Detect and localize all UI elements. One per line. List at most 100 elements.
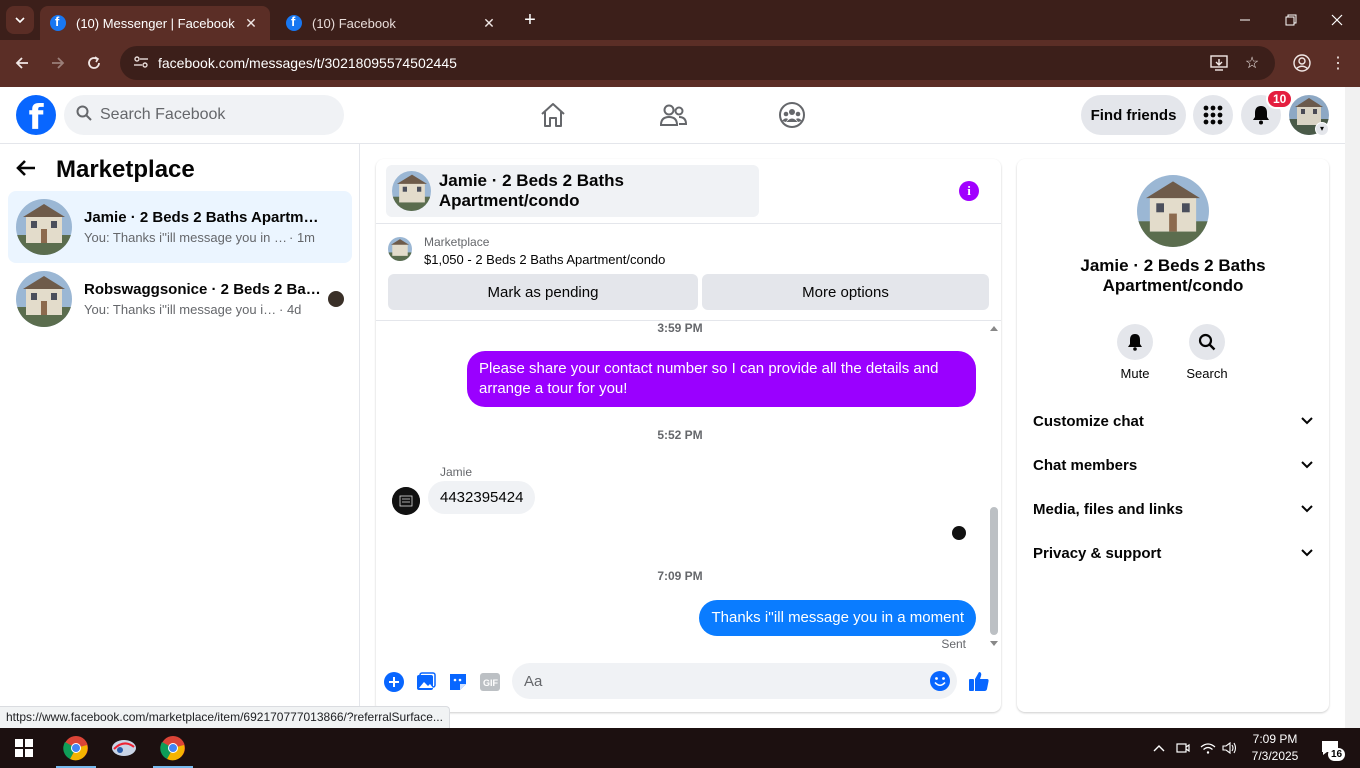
friends-nav-icon[interactable] xyxy=(653,97,693,133)
details-name: Jamie · 2 Beds 2 Baths Apartment/condo xyxy=(1080,256,1266,295)
find-friends-button[interactable]: Find friends xyxy=(1081,95,1186,135)
add-actions-icon[interactable] xyxy=(383,671,405,693)
page-scrollbar[interactable] xyxy=(1345,87,1360,728)
search-conversation-button[interactable]: Search xyxy=(1177,324,1237,381)
conversation-name: Robswaggsonice · 2 Beds 2 Baths Apartmen… xyxy=(84,281,324,298)
facebook-header: f Find friends xyxy=(0,87,1345,144)
taskbar-app-2[interactable] xyxy=(100,728,148,768)
info-icon[interactable]: i xyxy=(959,181,979,201)
reload-icon xyxy=(88,56,100,69)
section-label: Media, files and links xyxy=(1033,500,1184,518)
sender-avatar[interactable] xyxy=(392,487,420,515)
back-arrow-icon[interactable] xyxy=(16,157,48,183)
account-menu-chevron-icon[interactable]: ▾ xyxy=(1315,122,1329,136)
minimize-button[interactable] xyxy=(1222,0,1268,40)
details-avatar[interactable] xyxy=(1137,175,1209,247)
conversation-preview: You: Thanks i''ill message you in a mome… xyxy=(84,302,279,317)
conversation-item[interactable]: Robswaggsonice · 2 Beds 2 Baths Apartmen… xyxy=(8,263,352,335)
conversation-preview: You: Thanks i''ill message you in a mome… xyxy=(84,230,289,245)
facebook-logo-icon[interactable]: f xyxy=(16,95,56,135)
browser-toolbar: facebook.com/messages/t/3021809557450244… xyxy=(0,40,1360,87)
new-tab-button[interactable]: + xyxy=(518,8,542,32)
address-bar[interactable]: facebook.com/messages/t/3021809557450244… xyxy=(120,46,1275,80)
chat-scrollbar[interactable] xyxy=(987,321,1001,651)
system-clock[interactable]: 7:09 PM 7/3/2025 xyxy=(1246,731,1304,765)
taskbar-chrome-profile-1[interactable] xyxy=(52,728,100,768)
meet-now-icon[interactable] xyxy=(1174,728,1192,768)
mute-label: Mute xyxy=(1120,366,1150,381)
section-label: Chat members xyxy=(1033,456,1138,474)
show-hidden-icons-chevron-icon[interactable] xyxy=(1150,728,1168,768)
home-nav-icon[interactable] xyxy=(533,97,573,133)
emoji-icon[interactable] xyxy=(929,670,951,697)
notification-count-badge: 10 xyxy=(1266,89,1294,109)
gif-icon[interactable]: GIF xyxy=(479,671,501,693)
sticker-icon[interactable] xyxy=(447,671,469,693)
tab-messenger[interactable]: (10) Messenger | Facebook ✕ xyxy=(40,6,270,40)
chevron-down-icon xyxy=(1301,458,1313,472)
marketplace-sidebar: Marketplace Jamie · 2 Beds 2 Baths Apart… xyxy=(0,144,360,728)
search-input[interactable] xyxy=(100,106,320,124)
browser-tab-strip: (10) Messenger | Facebook ✕ (10) Faceboo… xyxy=(0,0,1360,40)
taskbar-chrome-profile-2[interactable] xyxy=(149,728,197,768)
bookmark-star-icon[interactable]: ☆ xyxy=(1238,49,1266,77)
section-chat-members[interactable]: Chat members xyxy=(1025,443,1321,487)
bell-icon xyxy=(1253,106,1269,125)
listing-info[interactable]: Marketplace $1,050 - 2 Beds 2 Baths Apar… xyxy=(388,235,665,267)
forward-button[interactable] xyxy=(44,49,72,77)
windows-taskbar: 7:09 PM 7/3/2025 16 xyxy=(0,728,1360,768)
scroll-down-arrow-icon[interactable] xyxy=(987,639,1001,649)
chrome-icon xyxy=(63,736,88,761)
chrome-icon xyxy=(160,736,185,761)
message-input[interactable] xyxy=(524,672,904,690)
restore-button[interactable] xyxy=(1268,0,1314,40)
like-thumbs-up-icon[interactable] xyxy=(967,669,991,693)
install-app-icon[interactable] xyxy=(1205,49,1233,77)
outgoing-message[interactable]: Thanks i''ill message you in a moment xyxy=(699,600,976,636)
facebook-favicon-icon xyxy=(50,14,66,31)
incoming-message[interactable]: 4432395424 xyxy=(428,481,536,514)
facebook-search[interactable] xyxy=(64,95,344,135)
outgoing-message[interactable]: Please share your contact number so I ca… xyxy=(467,351,976,407)
section-media-files-links[interactable]: Media, files and links xyxy=(1025,487,1321,531)
mark-as-pending-button[interactable]: Mark as pending xyxy=(388,274,698,310)
start-button[interactable] xyxy=(0,728,48,768)
listing-thumbnail xyxy=(16,271,72,327)
groups-nav-icon[interactable] xyxy=(772,97,812,133)
back-button[interactable] xyxy=(8,49,36,77)
conversation-item[interactable]: Jamie · 2 Beds 2 Baths Apartment/condo Y… xyxy=(8,191,352,263)
section-privacy-support[interactable]: Privacy & support xyxy=(1025,531,1321,575)
message-timestamp: 5:52 PM xyxy=(657,428,703,442)
scroll-up-arrow-icon[interactable] xyxy=(987,323,1001,333)
arrow-right-icon xyxy=(52,57,65,69)
status-bar-url: https://www.facebook.com/marketplace/ite… xyxy=(0,706,450,728)
minimize-icon xyxy=(1240,19,1250,21)
app-icon xyxy=(112,740,136,756)
close-window-button[interactable] xyxy=(1314,0,1360,40)
action-center-button[interactable]: 16 xyxy=(1314,728,1346,768)
message-input-box[interactable] xyxy=(512,663,957,699)
close-tab-icon[interactable]: ✕ xyxy=(242,15,260,32)
section-customize-chat[interactable]: Customize chat xyxy=(1025,399,1321,443)
reload-button[interactable] xyxy=(80,49,108,77)
bell-icon xyxy=(1128,334,1142,351)
volume-icon[interactable] xyxy=(1220,728,1240,768)
facebook-favicon-icon xyxy=(286,14,302,31)
attach-photo-icon[interactable] xyxy=(415,671,437,693)
site-info-icon[interactable] xyxy=(126,55,156,72)
conversation-name: Jamie · 2 Beds 2 Baths Apartment/condo xyxy=(84,209,324,226)
search-icon xyxy=(1198,333,1216,351)
listing-price-title: $1,050 - 2 Beds 2 Baths Apartment/condo xyxy=(424,252,666,267)
browser-menu-icon[interactable]: ⋮ xyxy=(1324,49,1352,77)
profile-icon[interactable] xyxy=(1288,49,1316,77)
sender-name: Jamie xyxy=(440,465,473,479)
wifi-icon[interactable] xyxy=(1198,728,1218,768)
chat-header[interactable]: Jamie · 2 Beds 2 Baths Apartment/condo xyxy=(386,165,759,217)
mute-button[interactable]: Mute xyxy=(1105,324,1165,381)
tab-search-button[interactable] xyxy=(6,6,34,34)
tab-facebook[interactable]: (10) Facebook ✕ xyxy=(276,6,508,40)
scrollbar-thumb[interactable] xyxy=(990,507,998,635)
close-tab-icon[interactable]: ✕ xyxy=(480,15,498,32)
menu-grid-button[interactable] xyxy=(1193,95,1233,135)
more-options-button[interactable]: More options xyxy=(702,274,989,310)
